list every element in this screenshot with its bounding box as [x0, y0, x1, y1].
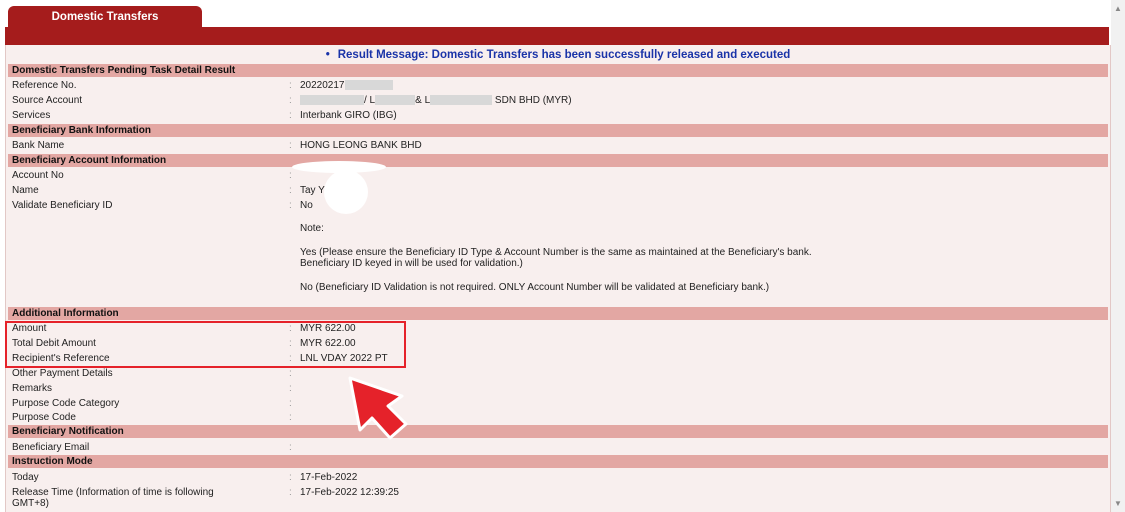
- note-yes-line2: Beneficiary ID keyed in will be used for…: [300, 258, 523, 269]
- highlight-box: [5, 321, 406, 368]
- label-purpose-category: Purpose Code Category: [12, 398, 120, 409]
- row-source-account: Source Account : / L & L SDN BHD (MYR): [8, 93, 1108, 108]
- value-today: 17-Feb-2022: [300, 472, 358, 483]
- row-other-payment: Other Payment Details :: [8, 366, 1108, 381]
- separator: :: [289, 383, 292, 394]
- section-beneficiary-bank: Beneficiary Bank Information: [8, 124, 1108, 137]
- separator: :: [289, 95, 292, 106]
- label-today: Today: [12, 472, 39, 483]
- label-remarks: Remarks: [12, 383, 53, 394]
- header-band: [5, 27, 1109, 45]
- tab-domestic-transfers[interactable]: Domestic Transfers: [8, 6, 202, 28]
- note-yes-line1: Yes (Please ensure the Beneficiary ID Ty…: [300, 247, 812, 258]
- result-message: • Result Message: Domestic Transfers has …: [6, 47, 1110, 63]
- label-account-no: Account No: [12, 170, 64, 181]
- row-validate-id: Validate Beneficiary ID : No: [8, 198, 1108, 213]
- value-reference-no: 20220217: [300, 78, 393, 93]
- row-release-time: Release Time (Information of time is fol…: [8, 485, 1108, 511]
- separator: :: [289, 200, 292, 211]
- value-name: Tay Y: [300, 185, 325, 196]
- row-reference-no: Reference No. : 20220217: [8, 78, 1108, 93]
- label-beneficiary-email: Beneficiary Email: [12, 442, 90, 453]
- separator: :: [289, 368, 292, 379]
- separator: :: [289, 110, 292, 121]
- section-pending-result: Domestic Transfers Pending Task Detail R…: [8, 64, 1108, 77]
- section-beneficiary-notification: Beneficiary Notification: [8, 425, 1108, 438]
- redaction-blob: [324, 170, 368, 214]
- label-release-time: Release Time (Information of time is fol…: [12, 487, 214, 509]
- scrollbar[interactable]: ▲ ▼: [1111, 0, 1125, 512]
- row-services: Services : Interbank GIRO (IBG): [8, 108, 1108, 123]
- separator: :: [289, 412, 292, 423]
- section-instruction-mode: Instruction Mode: [8, 455, 1108, 468]
- row-purpose-category: Purpose Code Category :: [8, 396, 1108, 411]
- row-today: Today : 17-Feb-2022: [8, 470, 1108, 485]
- separator: :: [289, 398, 292, 409]
- row-purpose-code: Purpose Code :: [8, 410, 1108, 425]
- label-purpose-code: Purpose Code: [12, 412, 76, 423]
- label-source-account: Source Account: [12, 95, 83, 106]
- separator: :: [289, 472, 292, 483]
- label-other-payment: Other Payment Details: [12, 368, 113, 379]
- arrow-cursor-icon: [348, 376, 408, 440]
- value-services: Interbank GIRO (IBG): [300, 110, 397, 121]
- separator: :: [289, 487, 292, 498]
- separator: :: [289, 170, 292, 181]
- value-validate-id: No: [300, 200, 313, 211]
- section-additional-info: Additional Information: [8, 307, 1108, 320]
- label-bank-name: Bank Name: [12, 140, 65, 151]
- label-name: Name: [12, 185, 39, 196]
- value-source-account: / L & L SDN BHD (MYR): [300, 93, 572, 108]
- bullet-icon: •: [325, 49, 330, 61]
- separator: :: [289, 80, 292, 91]
- note-title: Note:: [300, 223, 324, 234]
- result-panel: • Result Message: Domestic Transfers has …: [5, 45, 1111, 512]
- row-name: Name : Tay Y: [8, 183, 1108, 198]
- separator: :: [289, 442, 292, 453]
- label-reference-no: Reference No.: [12, 80, 77, 91]
- section-beneficiary-account: Beneficiary Account Information: [8, 154, 1108, 167]
- label-services: Services: [12, 110, 51, 121]
- scroll-up-icon[interactable]: ▲: [1114, 4, 1122, 13]
- value-bank-name: HONG LEONG BANK BHD: [300, 140, 422, 151]
- scroll-down-icon[interactable]: ▼: [1114, 499, 1122, 508]
- note-no-line: No (Beneficiary ID Validation is not req…: [300, 282, 770, 293]
- row-beneficiary-email: Beneficiary Email :: [8, 440, 1108, 455]
- row-bank-name: Bank Name : HONG LEONG BANK BHD: [8, 138, 1108, 153]
- separator: :: [289, 185, 292, 196]
- value-release-time: 17-Feb-2022 12:39:25: [300, 487, 399, 498]
- separator: :: [289, 140, 292, 151]
- label-validate-id: Validate Beneficiary ID: [12, 200, 113, 211]
- result-message-text: Result Message: Domestic Transfers has b…: [337, 49, 791, 61]
- row-remarks: Remarks :: [8, 381, 1108, 396]
- row-account-no: Account No :: [8, 168, 1108, 183]
